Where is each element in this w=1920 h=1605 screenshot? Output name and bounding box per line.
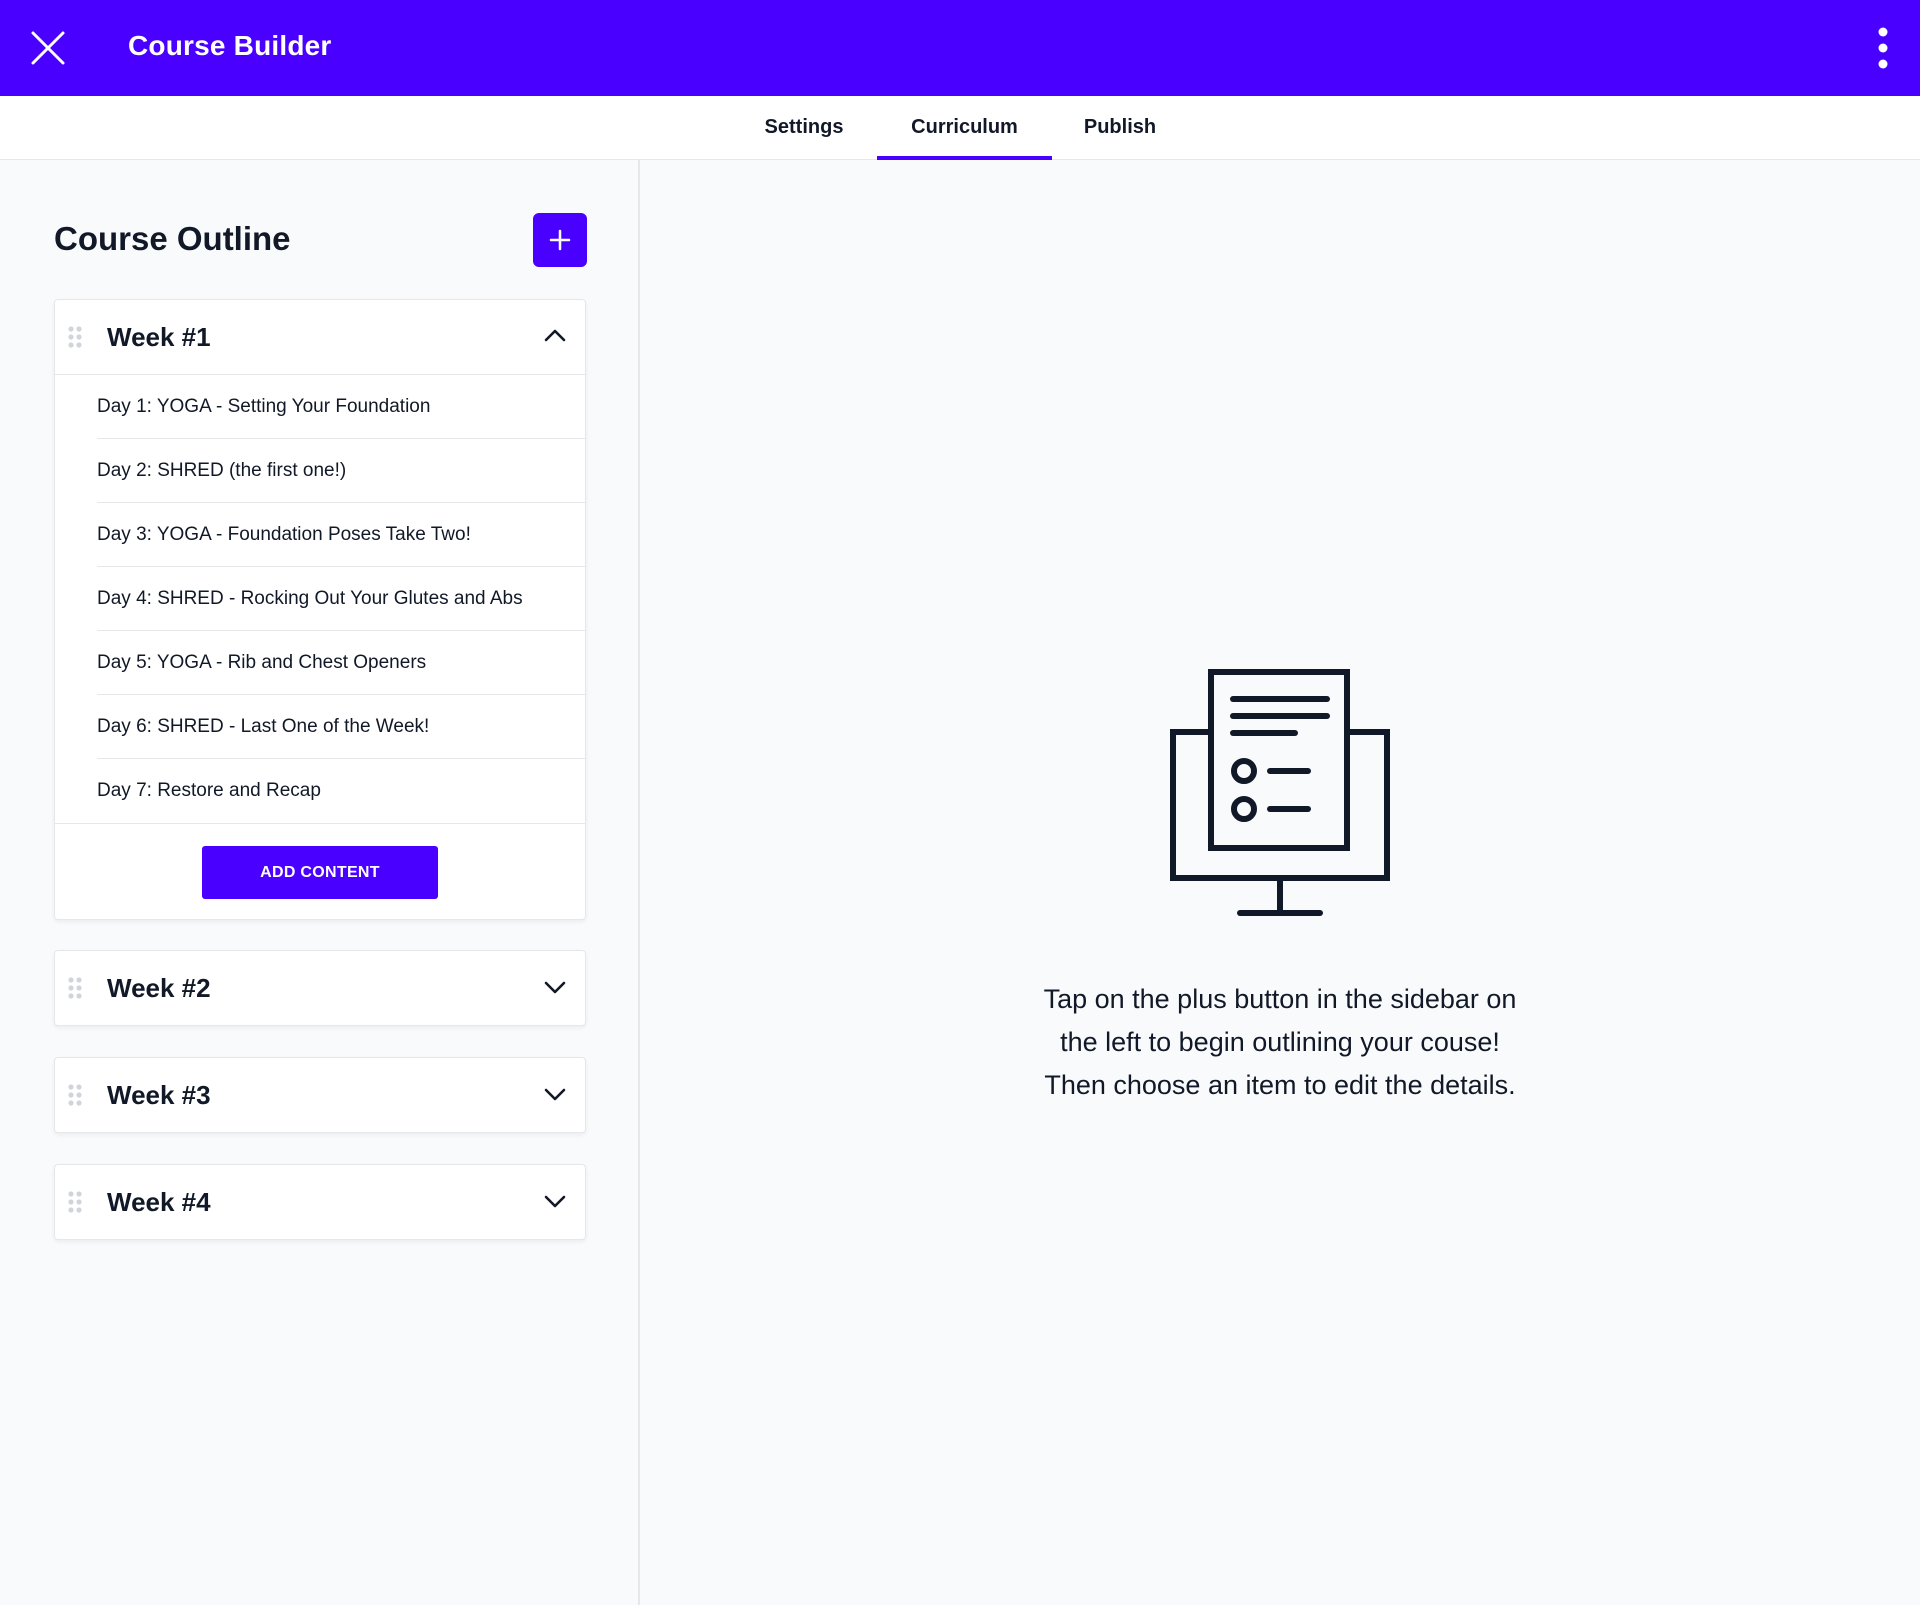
drag-handle-icon[interactable]	[67, 325, 83, 349]
drag-handle-icon[interactable]	[67, 976, 83, 1000]
week-header-4[interactable]: Week #4	[55, 1165, 585, 1239]
list-item[interactable]: Day 7: Restore and Recap	[97, 759, 585, 823]
week-header-1[interactable]: Week #1	[55, 300, 585, 374]
tab-curriculum[interactable]: Curriculum	[877, 96, 1052, 160]
close-button[interactable]	[26, 26, 70, 70]
top-bar: Course Builder	[0, 0, 1920, 96]
drag-handle-icon[interactable]	[67, 1190, 83, 1214]
week-1-footer: ADD CONTENT	[55, 823, 585, 919]
week-card-3: Week #3	[54, 1057, 586, 1133]
tab-publish[interactable]: Publish	[1060, 96, 1180, 160]
app-title: Course Builder	[128, 30, 332, 61]
monitor-document-icon	[1170, 669, 1390, 916]
kebab-menu-icon	[1878, 27, 1888, 69]
week-title: Week #4	[107, 1187, 211, 1217]
more-options-button[interactable]	[1868, 24, 1898, 72]
empty-state-line: Then choose an item to edit the details.	[1044, 1070, 1516, 1100]
list-item[interactable]: Day 5: YOGA - Rib and Chest Openers	[97, 631, 585, 695]
week-card-4: Week #4	[54, 1164, 586, 1240]
list-item[interactable]: Day 3: YOGA - Foundation Poses Take Two!	[97, 503, 585, 567]
add-content-button[interactable]: ADD CONTENT	[202, 846, 438, 899]
list-item[interactable]: Day 4: SHRED - Rocking Out Your Glutes a…	[97, 567, 585, 631]
chevron-up-icon[interactable]	[543, 326, 567, 346]
add-section-button[interactable]	[533, 213, 587, 267]
week-title: Week #3	[107, 1080, 211, 1110]
plus-icon	[549, 229, 571, 251]
week-header-3[interactable]: Week #3	[55, 1058, 585, 1132]
empty-state-message: Tap on the plus button in the sidebar on…	[980, 978, 1580, 1107]
empty-state-line: the left to begin outlining your couse!	[1060, 1027, 1500, 1057]
chevron-down-icon[interactable]	[543, 977, 567, 997]
chevron-down-icon[interactable]	[543, 1191, 567, 1211]
course-outline-sidebar: Course Outline Week #1 Day 1: YOGA - Set…	[0, 160, 640, 1605]
list-item[interactable]: Day 6: SHRED - Last One of the Week!	[97, 695, 585, 759]
tab-settings[interactable]: Settings	[740, 96, 868, 160]
week-1-content-list: Day 1: YOGA - Setting Your Foundation Da…	[55, 374, 585, 823]
close-icon	[31, 31, 65, 65]
course-outline-title: Course Outline	[54, 220, 291, 257]
tab-bar: Settings Curriculum Publish	[0, 96, 1920, 160]
week-header-2[interactable]: Week #2	[55, 951, 585, 1025]
week-title: Week #2	[107, 973, 211, 1003]
week-card-2: Week #2	[54, 950, 586, 1026]
empty-state-line: Tap on the plus button in the sidebar on	[1043, 984, 1517, 1014]
list-item[interactable]: Day 2: SHRED (the first one!)	[97, 439, 585, 503]
list-item[interactable]: Day 1: YOGA - Setting Your Foundation	[97, 375, 585, 439]
week-title: Week #1	[107, 322, 211, 352]
drag-handle-icon[interactable]	[67, 1083, 83, 1107]
week-card-1: Week #1 Day 1: YOGA - Setting Your Found…	[54, 299, 586, 920]
chevron-down-icon[interactable]	[543, 1084, 567, 1104]
